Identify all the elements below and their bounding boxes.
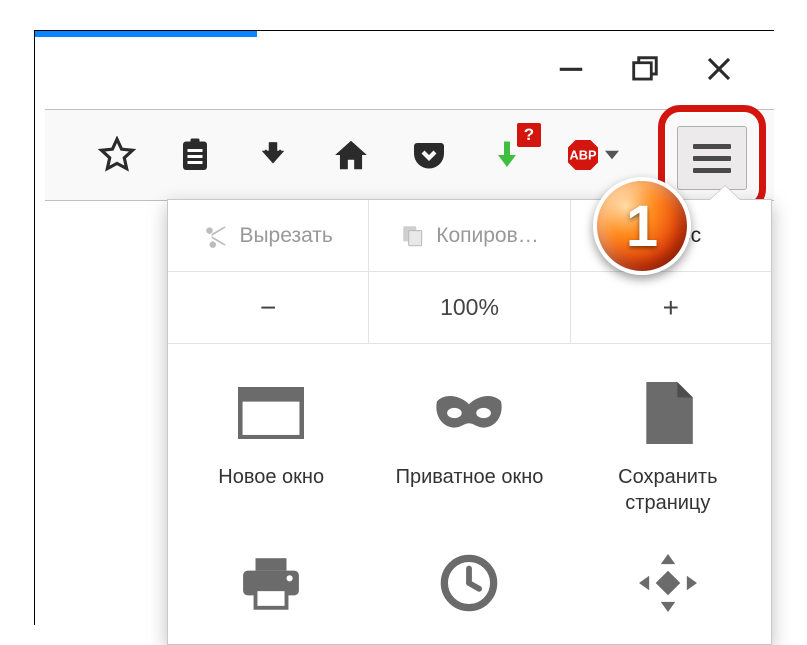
pocket-button[interactable] xyxy=(409,135,449,175)
download-status-button[interactable]: ? xyxy=(487,135,527,175)
minimize-icon xyxy=(556,54,586,84)
maximize-button[interactable] xyxy=(630,54,660,84)
private-window-button[interactable]: Приватное окно xyxy=(370,368,568,538)
zoom-in-button[interactable]: + xyxy=(571,272,771,343)
pocket-icon xyxy=(411,137,447,173)
cut-button[interactable]: Вырезать xyxy=(168,200,369,271)
fullscreen-button[interactable] xyxy=(569,538,767,634)
bookmark-star-button[interactable] xyxy=(97,135,137,175)
badge-question-icon: ? xyxy=(517,123,541,147)
zoom-level[interactable]: 100% xyxy=(369,272,570,343)
menu-panel: Вырезать Копиров… Вс − 100% + xyxy=(167,199,772,645)
window-controls xyxy=(514,45,774,93)
copy-icon xyxy=(400,223,426,249)
new-window-button[interactable]: Новое окно xyxy=(172,368,370,538)
private-window-label: Приватное окно xyxy=(396,464,544,490)
print-button[interactable] xyxy=(172,538,370,634)
printer-icon xyxy=(240,555,302,611)
close-button[interactable] xyxy=(704,54,734,84)
star-icon xyxy=(98,136,136,174)
scissors-icon xyxy=(203,223,229,249)
history-button[interactable] xyxy=(370,538,568,634)
plus-icon: + xyxy=(663,292,679,324)
download-arrow-icon xyxy=(256,138,290,172)
new-window-label: Новое окно xyxy=(218,464,324,490)
zoom-out-button[interactable]: − xyxy=(168,272,369,343)
tab-strip xyxy=(35,31,774,39)
clipboard-list-icon xyxy=(177,137,213,173)
downloads-button[interactable] xyxy=(253,135,293,175)
minus-icon: − xyxy=(260,292,276,324)
browser-window: ? ABP Вырезать Копиров… xyxy=(34,30,774,625)
close-icon xyxy=(704,54,734,84)
callout-number: 1 xyxy=(626,193,658,260)
menu-arrow xyxy=(709,186,741,201)
reading-list-button[interactable] xyxy=(175,135,215,175)
zoom-row: − 100% + xyxy=(168,272,771,344)
adblock-plus-button[interactable]: ABP xyxy=(565,135,619,175)
hamburger-icon xyxy=(693,144,731,149)
save-page-label: Сохранить страницу xyxy=(575,464,761,516)
chevron-down-icon xyxy=(605,150,619,160)
copy-label: Копиров… xyxy=(436,224,539,248)
home-button[interactable] xyxy=(331,135,371,175)
home-icon xyxy=(332,136,370,174)
active-tab-indicator[interactable] xyxy=(35,31,257,37)
page-icon xyxy=(642,382,694,444)
cut-label: Вырезать xyxy=(239,224,332,248)
fullscreen-icon xyxy=(639,554,697,612)
save-page-button[interactable]: Сохранить страницу xyxy=(569,368,767,538)
callout-badge-1: 1 xyxy=(593,177,691,275)
clock-icon xyxy=(440,554,498,612)
stop-sign-icon: ABP xyxy=(565,137,601,173)
mask-icon xyxy=(434,393,504,433)
copy-button[interactable]: Копиров… xyxy=(369,200,570,271)
svg-text:ABP: ABP xyxy=(570,148,597,163)
menu-button[interactable] xyxy=(677,126,747,190)
maximize-icon xyxy=(630,54,660,84)
window-icon xyxy=(238,387,304,439)
action-grid: Новое окно Приватное окно Сохранить стра… xyxy=(168,344,771,644)
minimize-button[interactable] xyxy=(556,54,586,84)
zoom-value: 100% xyxy=(440,294,499,321)
